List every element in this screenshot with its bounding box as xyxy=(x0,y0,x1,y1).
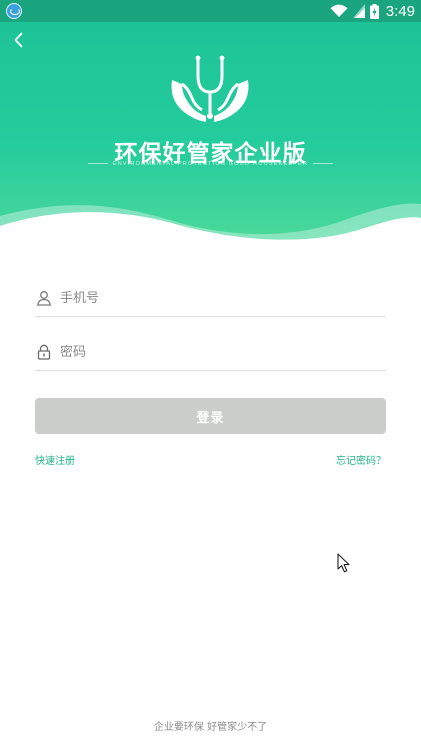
back-button[interactable] xyxy=(8,28,32,52)
phone-field xyxy=(35,280,386,317)
forgot-password-link[interactable]: 忘记密码？ xyxy=(336,452,386,467)
phone-input[interactable] xyxy=(60,290,386,306)
app-notification-icon xyxy=(6,3,22,19)
battery-charging-icon xyxy=(369,3,379,19)
mouse-cursor-icon xyxy=(337,553,350,573)
signal-icon xyxy=(352,4,365,18)
login-button[interactable]: 登录 xyxy=(35,398,386,434)
wifi-icon xyxy=(330,4,348,18)
footer-slogan: 企业要环保 好管家少不了 xyxy=(153,722,268,733)
user-icon xyxy=(37,291,51,306)
chevron-left-icon xyxy=(14,32,23,48)
status-right: 3:49 xyxy=(330,0,415,22)
status-time: 3:49 xyxy=(385,2,415,20)
status-bar: 3:49 xyxy=(0,0,421,22)
password-input[interactable] xyxy=(60,344,386,360)
hands-stethoscope-logo xyxy=(171,55,249,122)
brand-subtitle: ENVIRONMENTAL PROTECTION GOOD HOUSEKEEPE… xyxy=(112,161,309,167)
header-banner: 环保好管家企业版 ENVIRONMENTAL PROTECTION GOOD H… xyxy=(0,22,421,252)
quick-register-link[interactable]: 快速注册 xyxy=(35,452,75,467)
lock-icon xyxy=(37,344,51,360)
password-field xyxy=(35,334,386,371)
header-wave xyxy=(0,203,421,252)
